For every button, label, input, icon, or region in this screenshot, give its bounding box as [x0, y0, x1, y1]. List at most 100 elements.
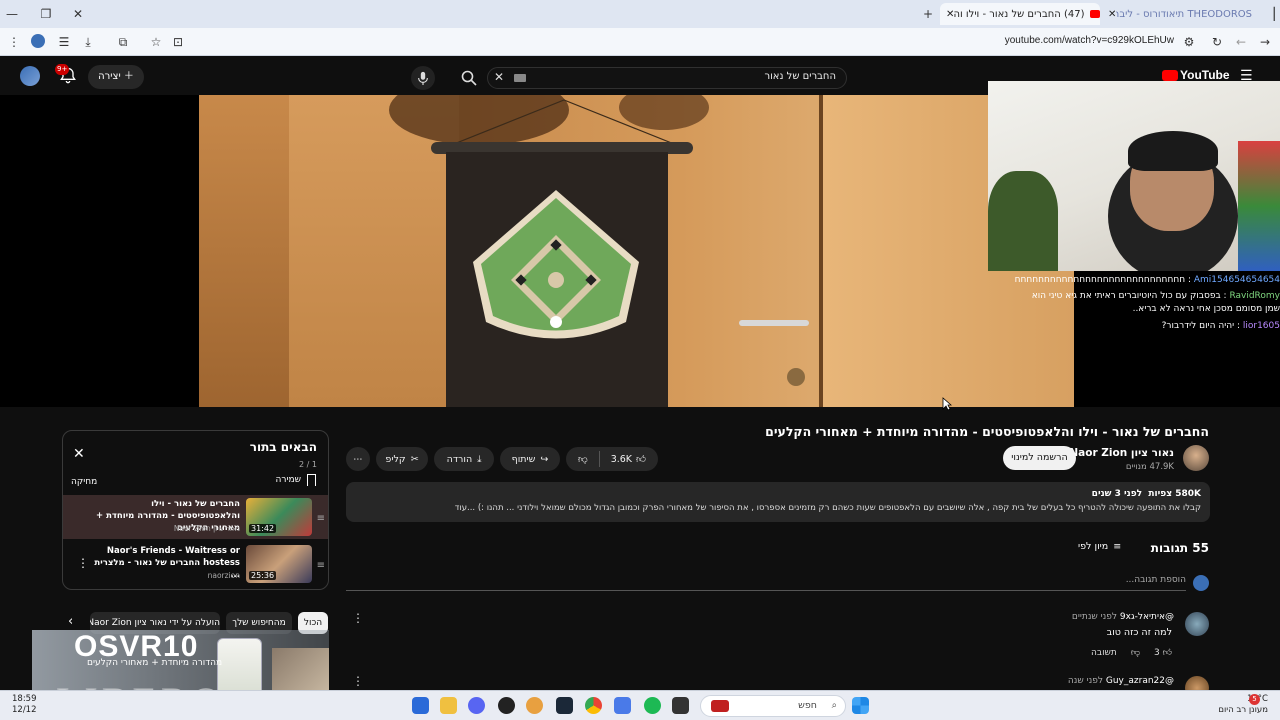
address-bar: ⋮ ☰ ⤓ ⧉ ☆ ⊡ youtube.com/watch?v=c929kOLE… — [0, 28, 1280, 56]
back-icon[interactable]: → — [1257, 34, 1273, 50]
channel-name[interactable]: נאור ציון Naor Zion — [1069, 447, 1174, 459]
comment-username[interactable]: @איתיאל-ג9x — [1120, 612, 1174, 622]
dislike-button[interactable]: 👎︎ — [578, 453, 588, 465]
download-arrow-icon: ⤓ — [477, 453, 482, 465]
chat-user: Ami154654654654 — [1193, 275, 1280, 285]
queue-thumbnail: 25:36 — [246, 545, 312, 583]
comment-author[interactable]: @Guy_azran22 לפני שנה — [1068, 676, 1174, 686]
tab-youtube[interactable]: ✕ (47) החברים של נאור - וילו והל — [940, 3, 1100, 25]
comment-menu-icon[interactable]: ⋮ — [352, 611, 364, 625]
comment-actions: 👍︎ 3 👎︎ תשובה — [1091, 648, 1172, 658]
video-duration: 25:36 — [249, 571, 277, 580]
browser-tab-bar: — ❐ ✕ + ✕ (47) החברים של נאור - וילו והל… — [0, 0, 1280, 28]
taskbar-search-icon: ⌕ — [831, 700, 837, 711]
reload-icon[interactable]: ↻ — [1209, 34, 1225, 50]
comment-text: למה זה כזה טוב — [1106, 627, 1172, 638]
comment-count: 55 תגובות — [1150, 541, 1209, 555]
save-queue-button[interactable]: שמירה — [276, 474, 316, 486]
restore-icon[interactable]: ❐ — [38, 6, 54, 22]
reply-button[interactable]: תשובה — [1091, 648, 1117, 658]
close-queue-icon[interactable]: ✕ — [73, 446, 85, 462]
spotify-icon[interactable] — [644, 697, 661, 714]
install-app-icon[interactable]: ⊡ — [170, 34, 186, 50]
weather-temperature: 17°C — [1218, 694, 1268, 705]
share-button[interactable]: ↪ שיתוף — [500, 447, 560, 471]
comment-username[interactable]: @Guy_azran22 — [1106, 676, 1174, 686]
weather-widget[interactable]: 17°C מעונן רב היום — [1218, 694, 1268, 716]
steam-icon[interactable] — [556, 697, 573, 714]
comment-menu-icon[interactable]: ⋮ — [352, 674, 364, 688]
queue-title: הבאים בתור — [249, 440, 317, 454]
thumbs-down-icon: 👎︎ — [578, 454, 588, 465]
discord-icon[interactable] — [468, 697, 485, 714]
taskbar-clock[interactable]: 18:59 12/12 — [12, 694, 37, 716]
chevron-left-icon[interactable]: ‹ — [68, 614, 73, 629]
drag-handle-icon[interactable]: ≡ — [317, 560, 325, 571]
commenter-avatar[interactable] — [1185, 612, 1209, 636]
queue-item[interactable]: ≡ 31:42 החברים של נאור - וילו והלאפטופיס… — [63, 495, 328, 539]
queue-item-menu-icon[interactable]: ⋮ — [77, 556, 89, 570]
video-frame — [199, 95, 1074, 407]
avatar[interactable] — [20, 66, 40, 86]
tab-theodoros[interactable]: ✕ THEODOROS תיאודורוס - ליברו — [1102, 3, 1252, 25]
plus-icon: ＋ — [123, 71, 134, 82]
chrome-icon[interactable] — [585, 697, 602, 714]
download-button[interactable]: ⤓ הורדה — [434, 447, 494, 471]
extensions-icon[interactable]: ⧉ — [115, 34, 131, 50]
video-player[interactable]: Ami154654654654 : חחחחחחחחחחחחחחחחחחחחחח… — [0, 81, 1280, 411]
description-text: קבלו את התופעה שיכולה להטריף כל בעלים של… — [454, 503, 1201, 513]
save-label: שמירה — [275, 475, 301, 485]
voice-search-icon[interactable] — [411, 66, 435, 90]
clear-queue-button[interactable]: מחיקה — [71, 477, 97, 487]
minimize-icon[interactable]: — — [4, 6, 20, 22]
more-actions-button[interactable]: ⋯ — [346, 447, 370, 471]
channel-avatar[interactable] — [1183, 445, 1209, 471]
app-icon[interactable] — [526, 697, 543, 714]
queue-item[interactable]: ≡ 25:36 Naor's Friends - Waitress or hos… — [63, 542, 328, 586]
comment-author[interactable]: @איתיאל-ג9x לפני שנתיים — [1072, 612, 1174, 622]
profile-icon[interactable] — [30, 34, 46, 50]
new-tab-icon[interactable]: + — [920, 6, 936, 22]
calculator-app-icon[interactable] — [412, 697, 429, 714]
clip-label: קליפ — [385, 453, 406, 465]
search-input[interactable]: ✕ החברים של נאור — [487, 67, 847, 89]
subscribe-button[interactable]: הרשמה למינוי — [1003, 446, 1076, 470]
media-player-icon[interactable] — [498, 697, 515, 714]
reading-list-icon[interactable]: ☰ — [56, 34, 72, 50]
keyboard-icon[interactable] — [514, 74, 526, 82]
chat-message: Ami154654654654 : חחחחחחחחחחחחחחחחחחחחחח… — [1014, 275, 1280, 285]
drag-handle-icon[interactable]: ≡ — [317, 513, 325, 524]
search-button[interactable] — [452, 66, 485, 90]
search-highlight-icon — [711, 700, 729, 712]
forward-icon[interactable]: ← — [1233, 34, 1249, 50]
like-dislike-group: 👍︎ 3.6K 👎︎ — [566, 447, 658, 471]
share-label: שיתוף — [511, 453, 536, 465]
download-icon[interactable]: ⤓ — [80, 34, 96, 50]
menu-dots-icon[interactable]: ⋮ — [6, 34, 22, 50]
terminal-icon[interactable] — [672, 697, 689, 714]
tab-close-icon[interactable]: ✕ — [1108, 9, 1116, 20]
tab-title: THEODOROS תיאודורוס - ליברו — [1116, 8, 1252, 20]
add-comment-input[interactable]: הוספת תגובה... — [346, 575, 1186, 591]
create-button[interactable]: ＋ יצירה — [88, 65, 144, 89]
search-value: החברים של נאור — [764, 71, 836, 82]
like-button[interactable]: 👍︎ 3.6K — [611, 453, 646, 466]
url-field[interactable]: youtube.com/watch?v=c929kOLEhUw — [1005, 35, 1174, 46]
clip-button[interactable]: ✂ קליפ — [376, 447, 428, 471]
view-count: 580K צפיות — [1148, 489, 1201, 499]
close-window-icon[interactable]: ✕ — [70, 6, 86, 22]
app-icon[interactable] — [614, 697, 631, 714]
windows-start-icon[interactable] — [852, 697, 869, 714]
comment-dislike-button[interactable]: 👎︎ — [1131, 648, 1140, 658]
taskbar-search[interactable]: ⌕ חפש — [700, 695, 846, 717]
sidebar-toggle-icon[interactable]: ▕ — [1262, 6, 1278, 22]
sort-comments-button[interactable]: ≡ מיון לפי — [1078, 541, 1121, 552]
clear-search-icon[interactable]: ✕ — [494, 70, 504, 84]
bookmark-star-icon[interactable]: ☆ — [148, 34, 164, 50]
site-settings-icon[interactable]: ⚙ — [1181, 34, 1197, 50]
comment-like-button[interactable]: 👍︎ 3 — [1154, 648, 1172, 658]
tab-close-icon[interactable]: ✕ — [946, 9, 954, 20]
file-explorer-icon[interactable] — [440, 697, 457, 714]
youtube-logo[interactable]: YouTube — [1162, 68, 1230, 82]
description-box[interactable]: 580K צפיות לפני 3 שנים קבלו את התופעה שי… — [346, 482, 1210, 522]
